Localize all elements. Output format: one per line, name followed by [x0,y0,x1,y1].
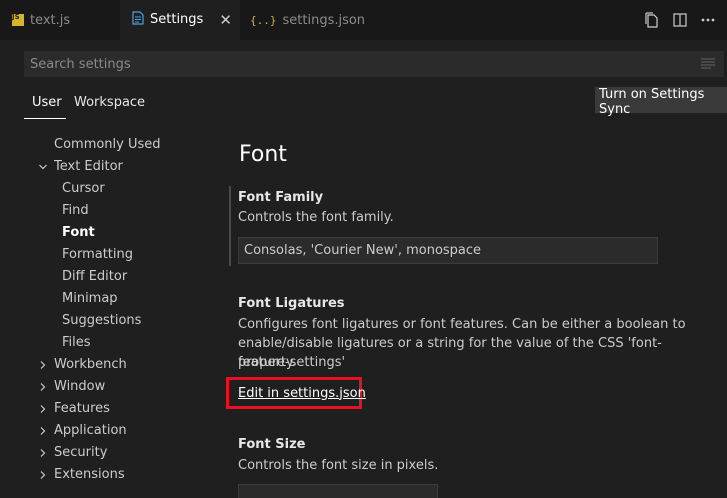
tab-actions [643,0,727,40]
search-settings-box [24,51,724,77]
chevron-right-icon[interactable] [38,448,48,458]
setting-description: Controls the font family. [238,210,394,225]
toc-item-label: Extensions [54,467,125,482]
tab-label: settings.json [282,12,366,28]
toc-item[interactable]: Workbench [54,354,127,376]
toc-item[interactable]: Extensions [54,464,125,486]
open-settings-json-icon[interactable] [643,11,661,29]
chevron-right-icon[interactable] [38,404,48,414]
editor-tab-bar: JS text.js Settings ✕ {..} settings.json [0,0,727,40]
toc-item-label: Font [62,225,95,240]
toc-item-label: Cursor [62,181,105,196]
tab-workspace[interactable]: Workspace [74,95,145,110]
tab-label: text.js [30,12,71,28]
toc-item[interactable]: Minimap [62,288,118,310]
toc-item[interactable]: Cursor [62,178,105,200]
toc-item-label: Formatting [62,247,134,262]
toc-item[interactable]: Files [62,332,91,354]
toc-item-label: Features [54,401,110,416]
chevron-right-icon[interactable] [38,470,48,480]
more-actions-icon[interactable] [699,11,717,29]
tab-user[interactable]: User [32,95,62,110]
toc-item[interactable]: Application [54,420,127,442]
edit-in-settings-json-highlight: Edit in settings.json [226,377,366,409]
toc-item-label: Text Editor [54,159,123,174]
setting-title: Font Size [238,437,306,452]
turn-on-settings-sync-button[interactable]: Turn on Settings Sync [595,87,727,117]
setting-description-line: Configures font ligatures or font featur… [238,317,686,332]
filter-icon[interactable] [701,58,715,70]
setting-title: Font Ligatures [238,296,345,311]
toc-item[interactable]: Find [62,200,89,222]
chevron-right-icon[interactable] [38,382,48,392]
toc-item[interactable]: Suggestions [62,310,141,332]
js-file-icon: JS [12,14,24,26]
font-size-input[interactable] [238,484,438,498]
setting-font-ligatures: Font Ligatures Configures font ligatures… [229,292,709,372]
edit-in-settings-json-link[interactable]: Edit in settings.json [238,386,366,401]
split-editor-icon[interactable] [671,11,689,29]
tab-text-js[interactable]: JS text.js [0,0,120,40]
active-scope-underline [24,118,66,119]
tab-settings[interactable]: Settings ✕ [120,0,240,40]
setting-description-line: enable/disable ligatures or a string for… [238,336,662,370]
toc-item-label: Diff Editor [62,269,128,284]
tab-settings-json[interactable]: {..} settings.json [240,0,370,40]
setting-focus-bar [229,186,231,266]
search-settings-input[interactable] [25,52,685,76]
toc-item[interactable]: Commonly Used [54,134,161,156]
toc-item-label: Window [54,379,106,394]
toc-item[interactable]: Formatting [62,244,133,266]
toc-item[interactable]: Window [54,376,105,398]
chevron-right-icon[interactable] [38,426,48,436]
settings-file-icon [132,10,144,29]
toc-item-label: Find [62,203,89,218]
toc-item[interactable]: Text Editor [54,156,123,178]
section-title: Font [239,142,287,167]
toc-item[interactable]: Font [62,222,95,244]
chevron-down-icon[interactable] [38,162,48,172]
toc-item-label: Workbench [54,357,127,372]
tab-label: Settings [150,12,204,27]
toc-item[interactable]: Security [54,442,107,464]
toc-item[interactable]: Diff Editor [62,266,127,288]
toc-item-label: Minimap [62,291,118,306]
toc-item-label: Suggestions [62,313,142,328]
setting-title: Font Family [238,190,324,205]
toc-item-label: Commonly Used [54,137,161,152]
toc-item-label: Security [54,445,108,460]
close-icon[interactable]: ✕ [219,11,232,29]
chevron-right-icon[interactable] [38,360,48,370]
toc-item[interactable]: Features [54,398,110,420]
setting-description: Controls the font size in pixels. [238,458,439,473]
font-family-input[interactable] [238,237,658,264]
toc-item-label: Files [62,335,91,350]
toc-item-label: Application [54,423,127,438]
setting-description-line: property. [238,355,296,370]
json-braces-icon: {..} [250,13,277,27]
